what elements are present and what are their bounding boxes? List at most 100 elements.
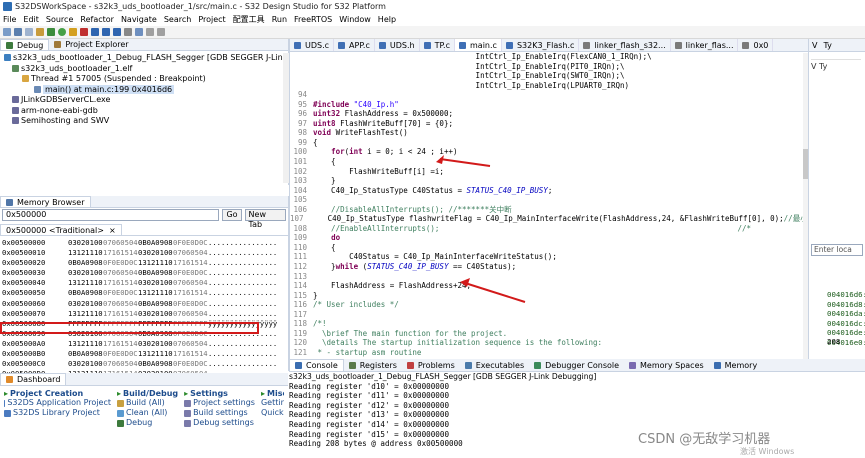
memory-row[interactable]: 0x005000A0 13121110 17161514 03020100 070605… <box>2 339 286 349</box>
location-input[interactable]: Enter loca <box>811 244 863 256</box>
memory-value[interactable]: 0F0E0D0C <box>173 299 208 309</box>
memory-value[interactable]: 17161514 <box>173 349 208 359</box>
resume-icon[interactable] <box>69 28 77 36</box>
memory-value[interactable]: 03020100 <box>68 359 103 369</box>
memory-value[interactable]: 17161514 <box>103 309 138 319</box>
tree-item-launch[interactable]: s32k3_uds_bootloader_1_Debug_FLASH_Segge… <box>2 53 288 64</box>
save-icon[interactable] <box>14 28 22 36</box>
console-tab[interactable]: Debugger Console <box>529 359 624 371</box>
memory-value[interactable]: 0F0E0D0C <box>173 359 208 369</box>
tree-item-gdbserver[interactable]: JLinkGDBServerCL.exe <box>2 95 286 106</box>
build-icon[interactable] <box>36 28 44 36</box>
tab-ty[interactable]: Ty <box>820 39 834 51</box>
tab-memory-browser[interactable]: Memory Browser <box>0 196 91 207</box>
memory-value[interactable]: 13121110 <box>68 339 103 349</box>
dash-debug[interactable]: Debug <box>117 418 178 428</box>
memory-row[interactable]: 0x00500020 0B0A0908 0F0E0D0C 13121110 171615… <box>2 258 286 268</box>
memory-row[interactable]: 0x00500050 0B0A0908 0F0E0D0C 13121110 171615… <box>2 288 286 298</box>
memory-value[interactable]: 13121110 <box>68 278 103 288</box>
memory-value[interactable]: 03020100 <box>68 299 103 309</box>
step-over-icon[interactable] <box>102 28 110 36</box>
menu-help[interactable]: Help <box>378 15 396 24</box>
memory-row[interactable]: 0x005000B0 0B0A0908 0F0E0D0C 13121110 171615… <box>2 349 286 359</box>
menu-navigate[interactable]: Navigate <box>121 15 157 24</box>
menu-window[interactable]: Window <box>339 15 371 24</box>
memory-value[interactable]: 0B0A0908 <box>138 299 173 309</box>
tree-item-frame[interactable]: main() at main.c:199 0x4016d6 <box>2 84 286 96</box>
memory-value[interactable]: 13121110 <box>68 248 103 258</box>
disassembly-address[interactable]: 004016da: <box>827 309 865 319</box>
nav-back-icon[interactable] <box>146 28 154 36</box>
console-tab[interactable]: Problems <box>402 359 460 371</box>
memory-value[interactable]: 0F0E0D0C <box>173 238 208 248</box>
memory-value[interactable]: 03020100 <box>68 238 103 248</box>
dash-quick[interactable]: Quick... <box>261 408 284 418</box>
menu-file[interactable]: File <box>3 15 16 24</box>
memory-value[interactable]: 07060504 <box>103 238 138 248</box>
tree-item-semihosting[interactable]: Semihosting and SWV <box>2 116 286 127</box>
memory-row[interactable]: 0x00500030 03020100 07060504 0B0A0908 0F0E0D… <box>2 268 286 278</box>
console-tab[interactable]: Registers <box>344 359 402 371</box>
instruction-step-icon[interactable] <box>124 28 132 36</box>
menu-run[interactable]: Run <box>272 15 287 24</box>
menu-edit[interactable]: Edit <box>23 15 39 24</box>
menu-search[interactable]: Search <box>164 15 191 24</box>
tab-project-explorer[interactable]: Project Explorer <box>49 39 133 50</box>
memory-value[interactable]: 0F0E0D0C <box>103 349 138 359</box>
disassembly-address[interactable]: 004016d8: <box>827 300 865 310</box>
console-tab[interactable]: Memory Spaces <box>624 359 709 371</box>
tab-dashboard[interactable]: Dashboard <box>0 373 67 385</box>
menu-source[interactable]: Source <box>46 15 73 24</box>
dash-s32ds-lib-project[interactable]: S32DS Library Project <box>4 408 111 418</box>
memory-value[interactable]: 13121110 <box>138 258 173 268</box>
search-icon[interactable] <box>135 28 143 36</box>
tree-item-thread[interactable]: Thread #1 57005 (Suspended : Breakpoint) <box>2 74 286 85</box>
menu-config-tools[interactable]: 配置工具 <box>233 14 265 25</box>
tab-rendering[interactable]: 0x500000 <Traditional> × <box>0 224 122 235</box>
memory-value[interactable]: 17161514 <box>173 258 208 268</box>
debug-icon[interactable] <box>47 28 55 36</box>
memory-value[interactable]: 0B0A0908 <box>68 258 103 268</box>
memory-value[interactable]: 17161514 <box>103 339 138 349</box>
memory-row[interactable]: 0x00500040 13121110 17161514 03020100 070605… <box>2 278 286 288</box>
close-icon[interactable]: × <box>109 226 116 235</box>
menu-refactor[interactable]: Refactor <box>80 15 114 24</box>
memory-value[interactable]: 17161514 <box>103 278 138 288</box>
console-tab[interactable]: Executables <box>460 359 529 371</box>
dash-clean-all[interactable]: Clean (All) <box>117 408 178 418</box>
dash-build-all[interactable]: Build (All) <box>117 398 178 408</box>
console-tab[interactable]: Console <box>289 359 344 371</box>
dash-build-settings[interactable]: Build settings <box>184 408 255 418</box>
memory-value[interactable]: 03020100 <box>68 268 103 278</box>
memory-value[interactable]: 0B0A0908 <box>138 359 173 369</box>
step-return-icon[interactable] <box>113 28 121 36</box>
new-icon[interactable] <box>3 28 11 36</box>
tab-debug[interactable]: Debug <box>0 39 50 50</box>
memory-value[interactable]: 03020100 <box>138 339 173 349</box>
dash-project-settings[interactable]: Project settings <box>184 398 255 408</box>
memory-value[interactable]: 0F0E0D0C <box>103 258 138 268</box>
memory-row[interactable]: 0x00500000 03020100 07060504 0B0A0908 0F0E0D… <box>2 238 286 248</box>
menu-project[interactable]: Project <box>198 15 225 24</box>
disassembly-address[interactable]: 004016d6: <box>827 290 865 300</box>
memory-value[interactable]: 17161514 <box>173 288 208 298</box>
memory-row[interactable]: 0x005000C0 03020100 07060504 0B0A0908 0F0E0D… <box>2 359 286 369</box>
memory-row[interactable]: 0x00500060 03020100 07060504 0B0A0908 0F0E0D… <box>2 299 286 309</box>
memory-value[interactable]: 13121110 <box>138 288 173 298</box>
memory-value[interactable]: 03020100 <box>138 309 173 319</box>
memory-value[interactable]: 0B0A0908 <box>68 349 103 359</box>
memory-value[interactable]: 07060504 <box>173 278 208 288</box>
disassembly-address[interactable]: 004016dc: <box>827 319 865 329</box>
step-into-icon[interactable] <box>91 28 99 36</box>
memory-value[interactable]: 03020100 <box>138 248 173 258</box>
memory-value[interactable]: 17161514 <box>103 248 138 258</box>
run-icon[interactable] <box>58 28 66 36</box>
memory-value[interactable]: 07060504 <box>173 248 208 258</box>
menu-freertos[interactable]: FreeRTOS <box>294 15 332 24</box>
go-button[interactable]: Go <box>222 209 242 221</box>
memory-value[interactable]: 0B0A0908 <box>138 238 173 248</box>
memory-value[interactable]: 03020100 <box>138 278 173 288</box>
tree-item-gdb[interactable]: arm-none-eabi-gdb <box>2 106 286 117</box>
memory-value[interactable]: 07060504 <box>103 299 138 309</box>
dash-getting-started[interactable]: Getting <box>261 398 284 408</box>
